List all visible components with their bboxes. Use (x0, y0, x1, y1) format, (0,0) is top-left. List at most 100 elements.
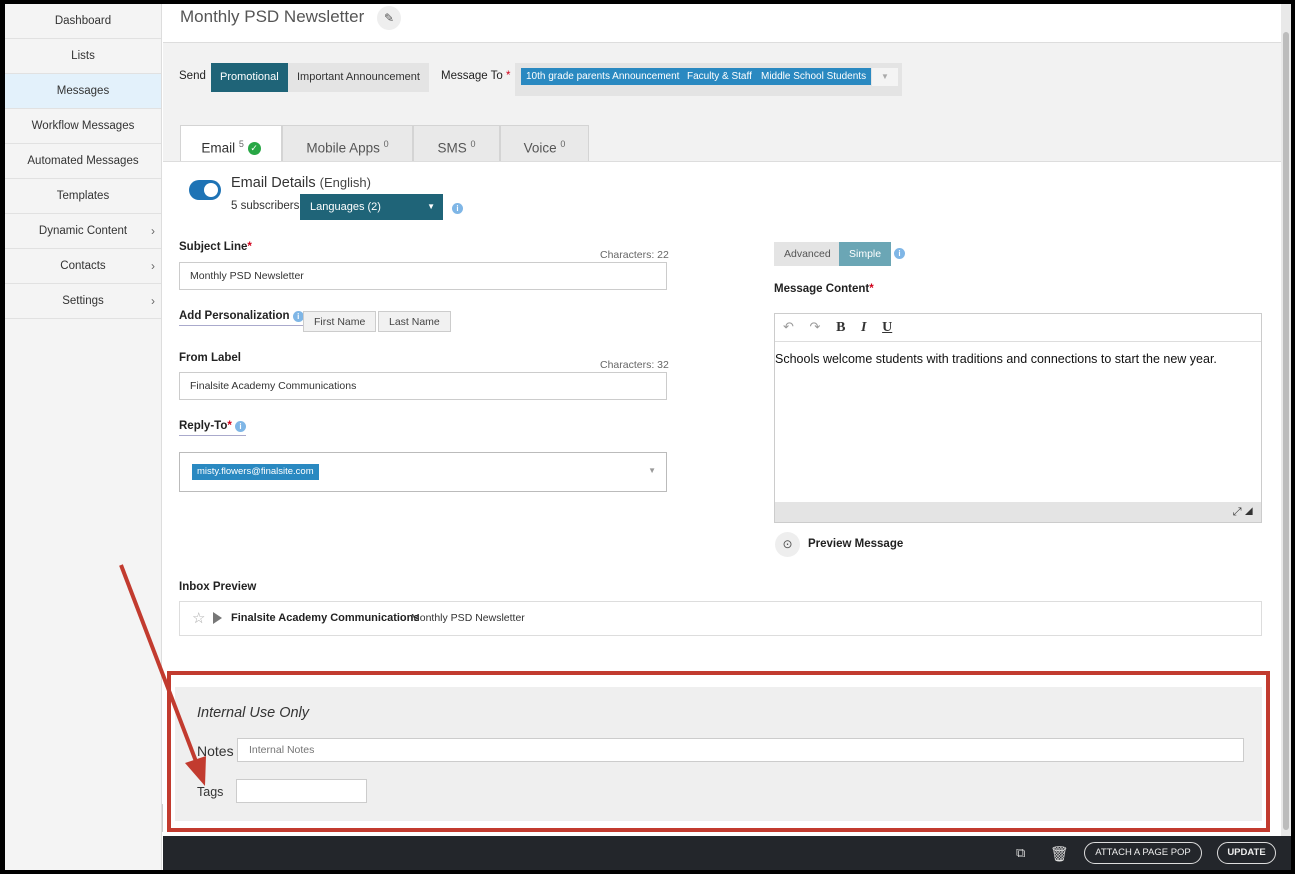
tab-count: 0 (560, 139, 566, 149)
message-content-text: Message Content (774, 283, 870, 295)
info-icon[interactable]: i (894, 248, 905, 259)
tab-label: Voice (523, 140, 557, 156)
editor-body[interactable]: Schools welcome students with traditions… (775, 342, 1261, 366)
email-enabled-toggle[interactable] (189, 180, 221, 200)
scroll-thumb[interactable] (1283, 32, 1289, 830)
attach-page-pop-button[interactable]: ATTACH A PAGE POP (1084, 842, 1202, 864)
star-icon: ☆ (192, 610, 206, 627)
chevron-down-icon[interactable]: ▼ (872, 68, 898, 86)
advanced-mode-button[interactable]: Advanced (774, 242, 841, 266)
from-char-count: Characters: 32 (600, 359, 669, 371)
underline-button[interactable]: U (882, 320, 892, 335)
sidebar-item-dashboard[interactable]: Dashboard (5, 4, 161, 39)
email-details-heading: Email Details (231, 175, 316, 191)
info-icon[interactable]: i (235, 421, 247, 432)
message-editor[interactable]: ↶ ↷ B I U Schools welcome students with … (774, 313, 1262, 523)
editor-resize-bar: ⤢ ◢ (775, 502, 1261, 522)
sidebar-item-contacts[interactable]: Contacts › (5, 249, 161, 284)
required-mark: * (227, 420, 232, 432)
page-title: Monthly PSD Newsletter (180, 7, 365, 26)
tab-count: 0 (470, 139, 476, 149)
required-mark: * (506, 70, 511, 82)
from-label-label: From Label (179, 352, 241, 364)
languages-dropdown[interactable]: Languages (2) ▼ (300, 194, 443, 220)
vertical-scrollbar[interactable] (1281, 4, 1291, 836)
required-mark: * (247, 241, 252, 253)
check-circle-icon: ✓ (247, 142, 261, 156)
sidebar-item-label: Lists (71, 50, 95, 62)
tab-sms[interactable]: SMS 0 (413, 125, 500, 161)
email-details-language: (English) (319, 175, 371, 190)
sidebar-item-settings[interactable]: Settings › (5, 284, 161, 319)
sidebar-item-label: Settings (62, 295, 104, 307)
sidebar-item-dynamic-content[interactable]: Dynamic Content › (5, 214, 161, 249)
highlight-box (167, 671, 1270, 832)
action-bar: ⧉ 🗑 ATTACH A PAGE POP UPDATE (163, 836, 1291, 870)
recipient-chip[interactable]: Faculty & Staff (682, 68, 757, 85)
tab-voice[interactable]: Voice 0 (500, 125, 589, 161)
subject-line-label-text: Subject Line (179, 241, 248, 253)
tab-label: Mobile Apps (306, 140, 380, 156)
eye-icon[interactable]: ⊙ (775, 532, 800, 557)
required-mark: * (869, 283, 874, 295)
tab-label: SMS (437, 140, 467, 156)
message-to-label: Message To * (441, 70, 510, 82)
sidebar: Dashboard Lists Messages Workflow Messag… (5, 4, 162, 870)
info-icon[interactable]: i (452, 203, 463, 214)
inbox-from: Finalsite Academy Communications (231, 612, 420, 624)
send-label: Send (179, 70, 206, 82)
sidebar-item-automated-messages[interactable]: Automated Messages (5, 144, 161, 179)
italic-button[interactable]: I (861, 320, 866, 335)
inbox-subject: Monthly PSD Newsletter (411, 612, 525, 624)
languages-label: Languages (2) (310, 201, 381, 213)
bold-button[interactable]: B (836, 320, 845, 335)
editor-toolbar: ↶ ↷ B I U (775, 314, 1261, 342)
sidebar-item-label: Dashboard (54, 15, 112, 27)
subscriber-count: 5 subscribers (231, 200, 300, 212)
expand-icon[interactable]: ⤢ ◢ (1233, 506, 1253, 518)
message-to-text: Message To (441, 70, 503, 82)
sidebar-item-label: Messages (56, 85, 110, 97)
subject-line-label: Subject Line* (179, 241, 252, 253)
tab-label: Email (201, 140, 236, 156)
tab-mobile-apps[interactable]: Mobile Apps 0 (282, 125, 413, 161)
message-to-select[interactable]: 10th grade parents Announcement Faculty … (515, 63, 902, 96)
chevron-right-icon: › (151, 224, 155, 238)
update-button[interactable]: UPDATE (1217, 842, 1276, 864)
important-announcement-button[interactable]: Important Announcement (288, 63, 429, 92)
undo-icon[interactable]: ↶ (783, 319, 794, 334)
tab-count: 0 (383, 139, 389, 149)
reply-to-label-text: Reply-To (179, 420, 228, 432)
promotional-button[interactable]: Promotional (211, 63, 288, 92)
reply-to-select[interactable]: misty.flowers@finalsite.com ▼ (179, 452, 667, 492)
sidebar-item-label: Templates (56, 190, 110, 202)
subject-line-input[interactable]: Monthly PSD Newsletter (179, 262, 667, 290)
message-content-label: Message Content* (774, 283, 874, 295)
sidebar-item-label: Dynamic Content (38, 225, 128, 237)
add-personalization-text: Add Personalization (179, 310, 290, 322)
from-label-input[interactable]: Finalsite Academy Communications (179, 372, 667, 400)
importance-flag-icon (213, 612, 222, 624)
sidebar-item-templates[interactable]: Templates (5, 179, 161, 214)
move-folder-icon[interactable]: ⧉ (1016, 845, 1025, 861)
first-name-button[interactable]: First Name (303, 311, 377, 332)
sidebar-item-label: Automated Messages (27, 155, 139, 167)
inbox-preview: ☆ Finalsite Academy Communications Month… (179, 601, 1262, 636)
sidebar-item-messages[interactable]: Messages (5, 74, 161, 109)
simple-mode-button[interactable]: Simple (839, 242, 892, 266)
preview-message-link[interactable]: Preview Message (808, 538, 903, 550)
trash-icon[interactable]: 🗑 (1050, 845, 1069, 863)
tab-email[interactable]: Email 5 ✓ (180, 125, 282, 162)
sidebar-item-lists[interactable]: Lists (5, 39, 161, 74)
recipient-chip[interactable]: 10th grade parents Announcement (521, 68, 685, 85)
subject-char-count: Characters: 22 (600, 249, 669, 261)
pencil-icon[interactable]: ✎ (377, 6, 401, 30)
sidebar-item-workflow-messages[interactable]: Workflow Messages (5, 109, 161, 144)
reply-to-chip[interactable]: misty.flowers@finalsite.com (192, 464, 319, 480)
chevron-right-icon: › (151, 294, 155, 308)
last-name-button[interactable]: Last Name (378, 311, 451, 332)
chevron-down-icon[interactable]: ▼ (648, 466, 656, 475)
inbox-preview-label: Inbox Preview (179, 581, 257, 593)
recipient-chip[interactable]: Middle School Students (756, 68, 872, 85)
redo-icon[interactable]: ↷ (810, 319, 821, 334)
